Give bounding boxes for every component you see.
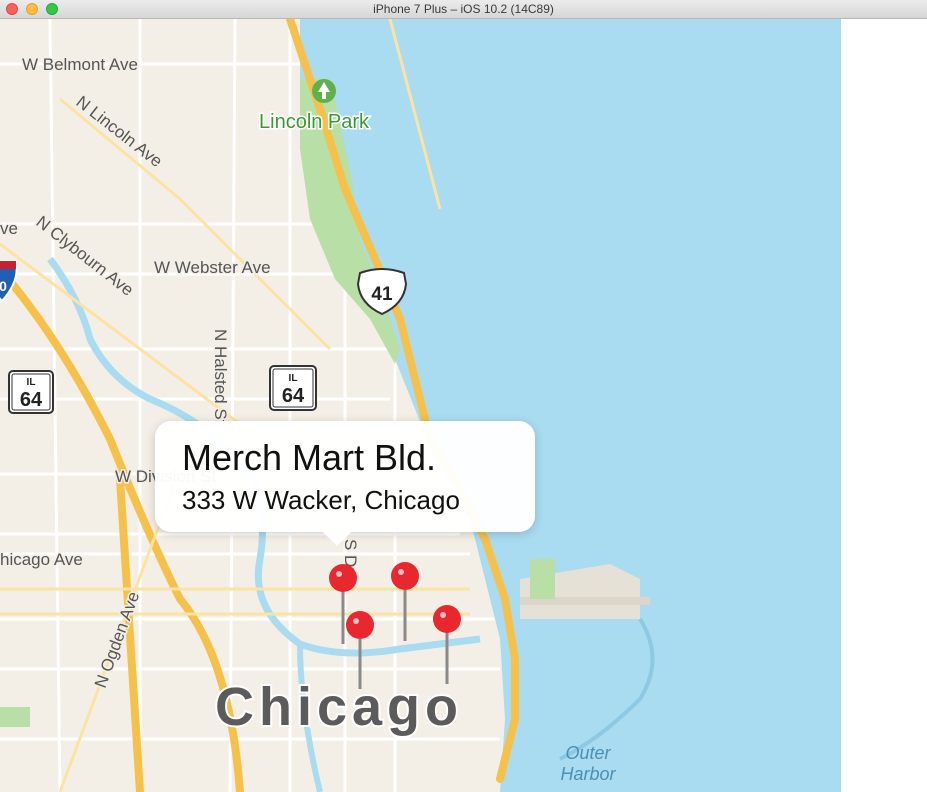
callout-pointer <box>322 531 352 546</box>
label-lincoln-park: Lincoln Park <box>259 111 370 133</box>
map-canvas[interactable]: W Belmont Ave N Lincoln Ave ve N Clybour… <box>0 19 841 792</box>
small-park <box>0 707 30 727</box>
svg-text:IL: IL <box>289 373 298 384</box>
label-halsted: N Halsted St <box>211 329 230 425</box>
label-chicago-ave: hicago Ave <box>0 550 83 569</box>
svg-text:0: 0 <box>0 278 7 294</box>
label-belmont: W Belmont Ave <box>22 55 138 74</box>
pin-head[interactable] <box>433 605 461 633</box>
svg-text:41: 41 <box>371 284 393 305</box>
callout-subtitle: 333 W Wacker, Chicago <box>182 485 460 515</box>
label-webster: W Webster Ave <box>154 258 271 277</box>
svg-text:64: 64 <box>282 385 305 407</box>
svg-text:64: 64 <box>20 389 43 411</box>
pin-head[interactable] <box>329 564 357 592</box>
label-city: Chicago <box>215 677 463 737</box>
blank-area <box>841 19 927 792</box>
pin-callout[interactable]: Merch Mart Bld. 333 W Wacker, Chicago <box>155 421 535 546</box>
callout-title: Merch Mart Bld. <box>182 437 437 478</box>
il64-shield-icon: IL 64 <box>8 370 54 414</box>
il64-shield-icon: IL 64 <box>269 365 317 411</box>
window-title: iPhone 7 Plus – iOS 10.2 (14C89) <box>373 2 554 16</box>
svg-text:IL: IL <box>27 377 36 388</box>
label-outer-harbor-line1: Outer <box>565 743 611 763</box>
window-titlebar: iPhone 7 Plus – iOS 10.2 (14C89) <box>0 0 927 19</box>
map-view[interactable]: W Belmont Ave N Lincoln Ave ve N Clybour… <box>0 19 841 792</box>
pin-head[interactable] <box>391 562 419 590</box>
label-ave-fragment: ve <box>0 219 18 238</box>
pin-head[interactable] <box>346 611 374 639</box>
small-park-east <box>530 559 555 599</box>
label-outer-harbor-line2: Harbor <box>560 764 616 784</box>
